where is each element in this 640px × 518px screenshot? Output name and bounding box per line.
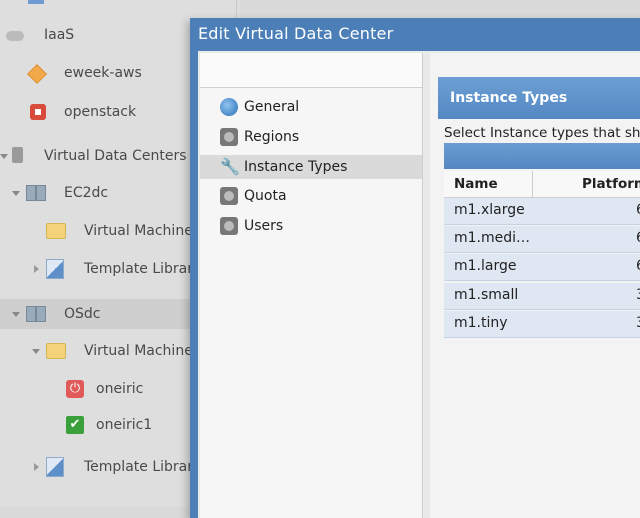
datacenter-icon bbox=[26, 185, 46, 201]
table-row[interactable]: m1.tiny 32 bbox=[444, 311, 640, 338]
cloud-icon bbox=[6, 31, 24, 41]
disk-icon bbox=[220, 217, 238, 235]
tree-item-label: Template Library bbox=[84, 459, 202, 475]
nav-item-instance-types[interactable]: 🔧 Instance Types bbox=[200, 155, 422, 179]
nav-header bbox=[200, 53, 422, 88]
expand-arrow-icon[interactable] bbox=[0, 154, 8, 159]
column-divider[interactable] bbox=[532, 171, 533, 197]
cell-platform: 64 bbox=[636, 258, 640, 274]
instance-types-panel: Instance Types Select Instance types tha… bbox=[430, 53, 640, 518]
table-row[interactable]: m1.small 32 bbox=[444, 283, 640, 310]
column-header-platform[interactable]: Platform bbox=[582, 176, 640, 192]
cell-name: m1.tiny bbox=[454, 315, 508, 331]
table-row[interactable]: m1.xlarge 64 bbox=[444, 198, 640, 225]
table-header: Name Platform bbox=[444, 171, 640, 198]
nav-item-label: General bbox=[244, 99, 300, 115]
globe-icon bbox=[220, 98, 238, 116]
nav-item-label: Instance Types bbox=[244, 159, 348, 175]
cell-name: m1.xlarge bbox=[454, 202, 525, 218]
expand-arrow-icon[interactable] bbox=[32, 349, 40, 354]
disk-icon bbox=[220, 187, 238, 205]
panel-title: Instance Types bbox=[438, 77, 640, 119]
nav-item-users[interactable]: Users bbox=[200, 214, 422, 238]
server-icon bbox=[12, 147, 23, 163]
column-header-name[interactable]: Name bbox=[454, 176, 498, 192]
cell-platform: 32 bbox=[636, 315, 640, 331]
table-row[interactable]: m1.large 64 bbox=[444, 254, 640, 281]
table-toolbar bbox=[444, 143, 640, 169]
datacenter-icon bbox=[26, 306, 46, 322]
tree-item-label: oneiric1 bbox=[96, 417, 153, 433]
openstack-icon bbox=[30, 104, 46, 120]
power-off-icon: ⏻ bbox=[66, 380, 84, 398]
instruction-text: Select Instance types that shou bbox=[444, 125, 640, 141]
nav-item-quota[interactable]: Quota bbox=[200, 184, 422, 208]
template-icon bbox=[46, 259, 64, 279]
cell-name: m1.medi… bbox=[454, 230, 531, 246]
tree-item-label: OSdc bbox=[64, 306, 101, 322]
table-row[interactable]: m1.medi… 64 bbox=[444, 226, 640, 253]
tree-item-label: Virtual Data Centers bbox=[44, 148, 187, 164]
cell-name: m1.large bbox=[454, 258, 517, 274]
wrench-icon: 🔧 bbox=[220, 157, 240, 176]
tree-item-label: IaaS bbox=[44, 27, 75, 43]
nav-item-regions[interactable]: Regions bbox=[200, 125, 422, 149]
check-icon: ✔ bbox=[66, 416, 84, 434]
expand-arrow-icon[interactable] bbox=[34, 265, 39, 273]
template-icon bbox=[46, 457, 64, 477]
nav-item-label: Quota bbox=[244, 188, 287, 204]
cell-platform: 32 bbox=[636, 287, 640, 303]
dialog-nav: General Regions 🔧 Instance Types Quota U… bbox=[200, 53, 423, 518]
cell-platform: 64 bbox=[636, 230, 640, 246]
tree-item-label: Virtual Machines bbox=[84, 223, 201, 239]
tree-item-label: oneiric bbox=[96, 381, 144, 397]
disk-icon bbox=[220, 128, 238, 146]
nav-item-general[interactable]: General bbox=[200, 95, 422, 119]
edit-virtual-data-center-dialog: Edit Virtual Data Center General Regions… bbox=[190, 18, 640, 518]
expand-arrow-icon[interactable] bbox=[34, 463, 39, 471]
folder-icon bbox=[46, 223, 66, 239]
nav-item-label: Users bbox=[244, 218, 284, 234]
dialog-body: General Regions 🔧 Instance Types Quota U… bbox=[198, 51, 640, 518]
aws-cube-icon bbox=[27, 64, 47, 84]
dialog-title[interactable]: Edit Virtual Data Center bbox=[198, 24, 393, 43]
tree-item-label: Template Library bbox=[84, 261, 202, 277]
tree-item-label: eweek-aws bbox=[64, 65, 142, 81]
tree-item-label: EC2dc bbox=[64, 185, 109, 201]
tree-item-label: openstack bbox=[64, 104, 137, 120]
tree-row-top-partial[interactable] bbox=[0, 0, 240, 20]
expand-arrow-icon[interactable] bbox=[12, 312, 20, 317]
cube-icon bbox=[28, 0, 44, 4]
expand-arrow-icon[interactable] bbox=[12, 191, 20, 196]
tree-item-label: Virtual Machines bbox=[84, 343, 201, 359]
nav-item-label: Regions bbox=[244, 129, 300, 145]
cell-platform: 64 bbox=[636, 202, 640, 218]
cell-name: m1.small bbox=[454, 287, 519, 303]
folder-icon bbox=[46, 343, 66, 359]
